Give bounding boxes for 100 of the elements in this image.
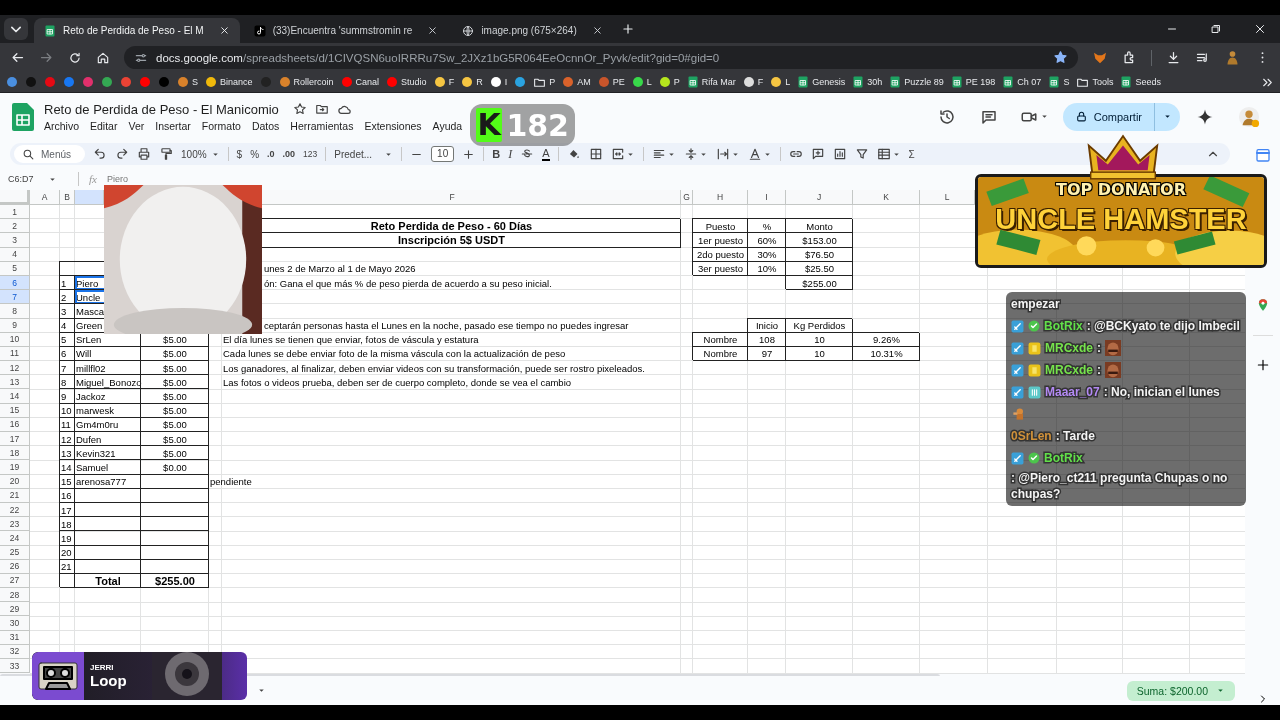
bookmark[interactable]: F	[433, 76, 455, 88]
font-size-field[interactable]: 10	[431, 146, 455, 162]
percent-button[interactable]: %	[250, 148, 260, 160]
add-icon[interactable]	[1255, 358, 1270, 372]
chart-icon[interactable]	[832, 147, 847, 161]
document-title[interactable]: Reto de Perdida de Peso - El Manicomio	[44, 101, 279, 117]
calendar-icon[interactable]	[1254, 147, 1271, 163]
bookmark[interactable]	[120, 76, 132, 88]
increase-size-icon[interactable]	[462, 147, 476, 161]
bookmark[interactable]: Rifa Mar	[686, 76, 736, 88]
bookmark[interactable]: I	[489, 76, 508, 88]
row-header[interactable]: 8	[0, 304, 30, 319]
menu-item[interactable]: Extensiones	[364, 119, 422, 132]
column-header[interactable]: G	[681, 190, 693, 205]
italic-button[interactable]: I	[508, 146, 513, 162]
row-header[interactable]: 24	[0, 531, 30, 546]
caret-icon[interactable]	[1216, 686, 1225, 695]
home-icon[interactable]	[96, 50, 110, 65]
star-icon[interactable]	[1053, 50, 1068, 65]
bookmark[interactable]: Puzzle 89	[889, 76, 944, 88]
zoom-select[interactable]: 100%	[181, 148, 220, 160]
column-header[interactable]: H	[693, 190, 748, 205]
formula-field[interactable]: Piero	[106, 174, 128, 184]
reload-icon[interactable]	[68, 50, 82, 65]
close-icon[interactable]	[218, 25, 230, 36]
row-header[interactable]: 19	[0, 460, 30, 475]
new-tab-icon[interactable]	[620, 22, 635, 36]
row-header[interactable]: 28	[0, 588, 30, 603]
row-header[interactable]: 23	[0, 517, 30, 532]
filter-icon[interactable]	[854, 147, 869, 161]
undo-icon[interactable]	[93, 147, 107, 161]
bookmark[interactable]	[44, 76, 56, 88]
avatar-icon[interactable]	[1238, 105, 1260, 128]
download-icon[interactable]	[1166, 50, 1181, 65]
close-icon[interactable]	[591, 25, 603, 36]
table-icon[interactable]	[876, 147, 891, 161]
bookmark[interactable]: P	[533, 75, 556, 89]
bookmark[interactable]: Studio	[386, 76, 427, 88]
close-icon[interactable]	[427, 25, 439, 36]
menu-item[interactable]: Ver	[128, 119, 145, 132]
browser-tab[interactable]: Reto de Perdida de Peso - El M	[34, 18, 240, 43]
text-color-button[interactable]: A	[542, 147, 550, 161]
bookmark[interactable]	[63, 76, 75, 88]
increase-decimals-button[interactable]: .00	[282, 149, 296, 159]
currency-button[interactable]: $	[236, 148, 243, 160]
bold-button[interactable]: B	[492, 148, 501, 160]
column-header[interactable]: A	[30, 190, 60, 205]
spreadsheet-logo[interactable]	[12, 102, 34, 131]
sum-chip[interactable]: Suma: $200.00	[1126, 680, 1235, 701]
bookmark[interactable]: PE	[597, 76, 625, 88]
redo-icon[interactable]	[115, 147, 129, 161]
borders-icon[interactable]	[588, 147, 603, 161]
back-icon[interactable]	[10, 50, 25, 65]
font-select[interactable]: Predet...	[334, 148, 394, 160]
menu-item[interactable]: Datos	[251, 119, 280, 132]
column-header[interactable]: F	[262, 190, 681, 205]
paint-format-icon[interactable]	[159, 147, 173, 161]
star-outline-icon[interactable]	[292, 102, 307, 116]
menu-item[interactable]: Formato	[201, 119, 241, 132]
bookmark[interactable]	[514, 76, 527, 88]
caret-icon[interactable]	[1163, 112, 1172, 121]
vertical-align-icon[interactable]	[683, 147, 698, 161]
bookmark[interactable]: AM	[562, 76, 591, 88]
address-bar[interactable]: docs.google.com/spreadsheets/d/1CIVQSN6uoIRRRu7Sw_2JXz1bG5R064EeOcnnOr_Pyvk/edit?gid=0#gid=0	[124, 46, 1078, 69]
restore-icon[interactable]	[1210, 23, 1222, 35]
bookmark[interactable]: Rollercoin	[278, 76, 334, 88]
align-left-icon[interactable]	[651, 147, 666, 161]
bookmark[interactable]: Genesis	[797, 76, 846, 88]
bookmark[interactable]: Tools	[1076, 75, 1114, 89]
column-header[interactable]: J	[786, 190, 853, 205]
add-comment-icon[interactable]	[810, 147, 825, 161]
number-format-button[interactable]: 123	[303, 149, 318, 159]
row-header[interactable]: 7	[0, 290, 30, 305]
bookmark[interactable]	[6, 76, 18, 88]
bookmark[interactable]	[82, 76, 94, 88]
row-header[interactable]: 33	[0, 659, 30, 674]
decrease-decimals-button[interactable]: .0	[267, 149, 275, 159]
bookmark[interactable]: Seeds	[1120, 76, 1161, 88]
bookmark[interactable]	[139, 76, 151, 88]
rotate-icon[interactable]	[747, 147, 762, 161]
row-header[interactable]: 3	[0, 233, 30, 248]
bookmark[interactable]: F	[742, 76, 764, 88]
history-icon[interactable]	[937, 107, 956, 126]
bookmark[interactable]: Ch 07	[1002, 76, 1042, 88]
print-icon[interactable]	[137, 147, 151, 161]
browser-tab[interactable]: image.png (675×264)	[452, 18, 613, 43]
bookmark[interactable]: 30h	[852, 76, 883, 88]
caret-icon[interactable]	[1039, 112, 1049, 121]
move-folder-icon[interactable]	[314, 102, 329, 116]
bookmark[interactable]	[101, 76, 113, 88]
menu-item[interactable]: Editar	[90, 119, 118, 132]
bookmark[interactable]: Canal	[340, 76, 380, 88]
functions-button[interactable]: Σ	[908, 148, 915, 160]
row-header[interactable]: 30	[0, 616, 30, 631]
bookmark[interactable]: PE 198	[950, 76, 996, 88]
wrap-icon[interactable]	[715, 147, 730, 161]
column-header[interactable]: K	[853, 190, 920, 205]
column-header[interactable]: B	[60, 190, 75, 205]
bookmark[interactable]: L	[631, 76, 652, 88]
menu-item[interactable]: Herramientas	[290, 119, 354, 132]
